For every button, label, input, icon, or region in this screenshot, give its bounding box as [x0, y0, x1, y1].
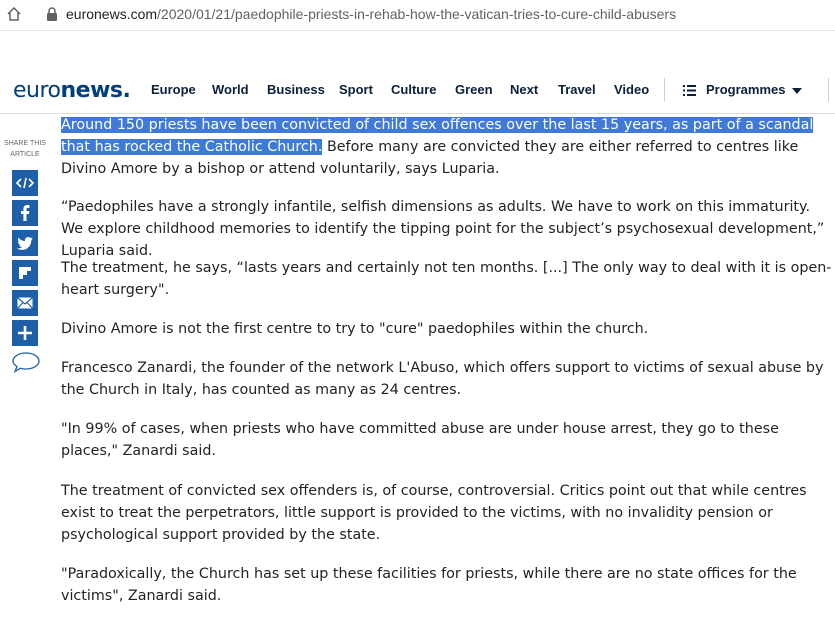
- nav-divider-right: [828, 78, 829, 102]
- site-navigation: euronews. Europe World Business Sport Cu…: [0, 66, 835, 114]
- nav-item-green[interactable]: Green: [455, 82, 493, 97]
- article-paragraph-5: Francesco Zanardi, the founder of the ne…: [61, 360, 824, 398]
- share-label-line2: ARTICLE: [10, 151, 40, 158]
- nav-divider: [664, 78, 665, 102]
- nav-item-europe[interactable]: Europe: [151, 82, 196, 97]
- chevron-down-icon[interactable]: [792, 88, 802, 94]
- article-paragraph-2: “Paedophiles have a strongly infantile, …: [61, 199, 825, 259]
- comment-icon[interactable]: [11, 351, 41, 373]
- nav-item-travel[interactable]: Travel: [558, 82, 596, 97]
- euronews-logo[interactable]: euronews.: [13, 78, 131, 103]
- nav-item-culture[interactable]: Culture: [391, 82, 437, 97]
- url-field[interactable]: euronews.com/2020/01/21/paedophile-pries…: [66, 6, 676, 22]
- nav-item-sport[interactable]: Sport: [339, 82, 373, 97]
- article-paragraph-4: Divino Amore is not the first centre to …: [61, 321, 649, 337]
- nav-item-video[interactable]: Video: [614, 82, 649, 97]
- article-paragraph-6: "In 99% of cases, when priests who have …: [61, 421, 779, 459]
- logo-news: news.: [60, 78, 131, 103]
- facebook-icon: [21, 205, 30, 221]
- more-share-button[interactable]: [12, 320, 38, 346]
- plus-icon: [18, 326, 32, 340]
- url-path: /2020/01/21/paedophile-priests-in-rehab-…: [157, 6, 677, 22]
- logo-euro: euro: [13, 78, 61, 103]
- nav-item-business[interactable]: Business: [267, 82, 325, 97]
- address-bar-divider: [0, 30, 835, 31]
- lock-icon[interactable]: [46, 7, 58, 21]
- address-bar: euronews.com/2020/01/21/paedophile-pries…: [0, 0, 835, 30]
- share-label-line1: SHARE THIS: [4, 140, 46, 147]
- nav-item-next[interactable]: Next: [510, 82, 538, 97]
- facebook-share-button[interactable]: [12, 200, 38, 226]
- email-share-button[interactable]: [12, 290, 38, 316]
- twitter-icon: [17, 236, 33, 250]
- menu-icon[interactable]: [683, 85, 696, 96]
- twitter-share-button[interactable]: [12, 230, 38, 256]
- share-label: SHARE THIS ARTICLE: [0, 138, 50, 160]
- nav-item-world[interactable]: World: [212, 82, 249, 97]
- embed-share-button[interactable]: [12, 170, 38, 196]
- url-domain: euronews.com: [66, 6, 158, 22]
- article-paragraph-7: The treatment of convicted sex offenders…: [61, 483, 807, 543]
- programmes-button[interactable]: Programmes: [706, 82, 785, 97]
- flipboard-icon: [19, 267, 31, 279]
- article-paragraph-1: Around 150 priests have been convicted o…: [61, 114, 835, 180]
- embed-icon: [16, 177, 34, 189]
- email-icon: [17, 297, 33, 309]
- flipboard-share-button[interactable]: [12, 260, 38, 286]
- home-icon[interactable]: [6, 6, 22, 22]
- article-paragraph-8: "Paradoxically, the Church has set up th…: [61, 566, 797, 604]
- article-paragraph-3: The treatment, he says, “lasts years and…: [61, 260, 832, 298]
